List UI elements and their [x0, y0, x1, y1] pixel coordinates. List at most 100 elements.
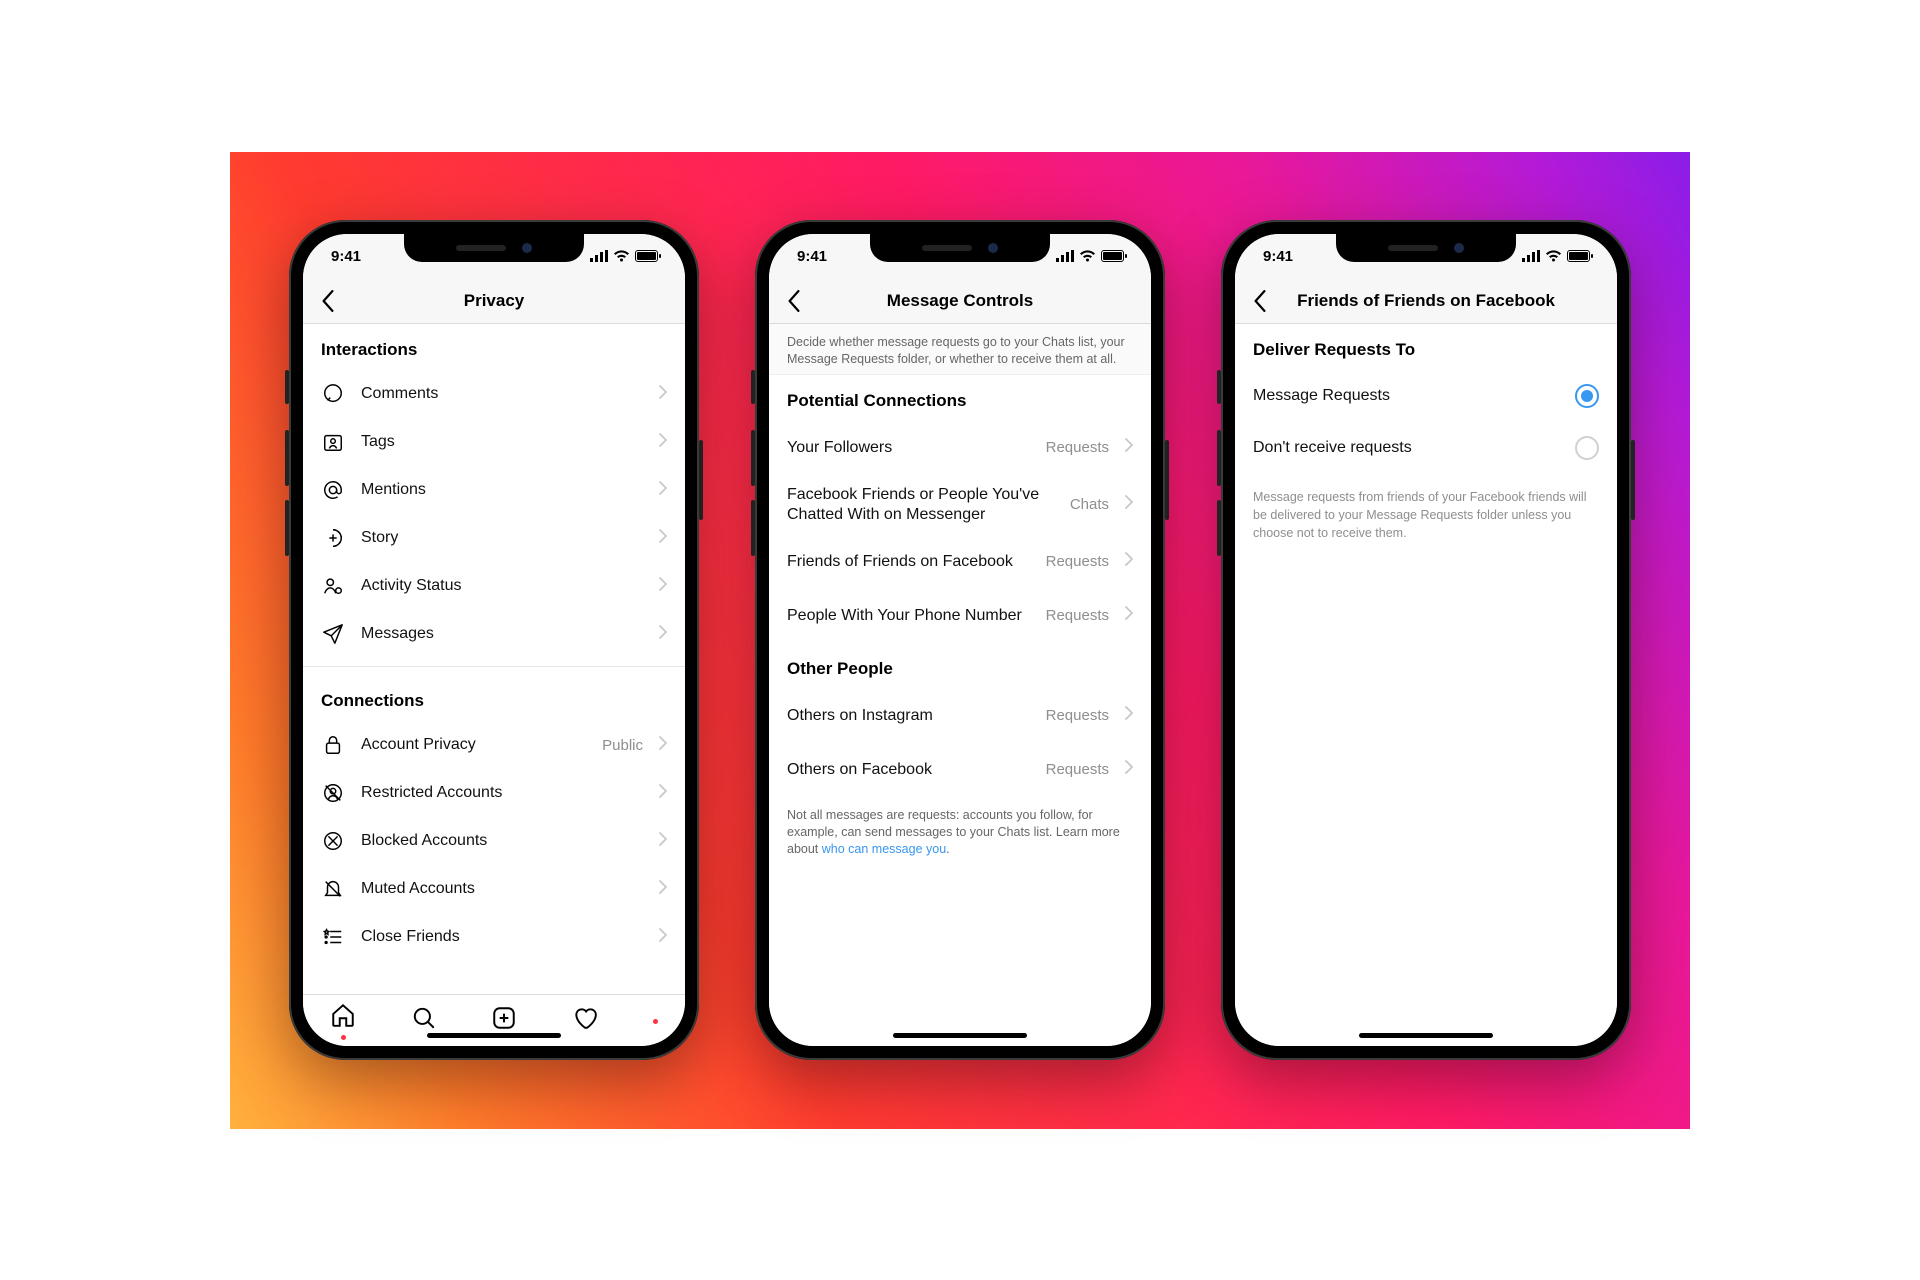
section-interactions: Interactions — [303, 324, 685, 370]
chevron-right-icon — [1125, 606, 1133, 625]
chevron-right-icon — [659, 529, 667, 548]
radio-unselected-icon — [1575, 436, 1599, 460]
row-close-friends[interactable]: Close Friends — [303, 913, 685, 961]
page-title: Privacy — [303, 291, 685, 311]
battery-icon — [1101, 250, 1127, 262]
status-time: 9:41 — [331, 248, 361, 265]
row-activity-status[interactable]: Activity Status — [303, 562, 685, 610]
intro-text: Decide whether message requests go to yo… — [769, 324, 1151, 375]
chevron-right-icon — [659, 928, 667, 947]
row-label: Restricted Accounts — [361, 784, 643, 802]
back-button[interactable] — [1245, 278, 1275, 323]
row-mentions[interactable]: Mentions — [303, 466, 685, 514]
back-button[interactable] — [779, 278, 809, 323]
nav-header: Friends of Friends on Facebook — [1235, 278, 1617, 324]
chevron-right-icon — [1125, 552, 1133, 571]
muted-icon — [321, 878, 345, 900]
row-label: Close Friends — [361, 928, 643, 946]
row-muted[interactable]: Muted Accounts — [303, 865, 685, 913]
row-account-privacy[interactable]: Account Privacy Public — [303, 721, 685, 769]
lock-icon — [321, 734, 345, 756]
chevron-left-icon — [787, 290, 801, 312]
activity-icon — [321, 575, 345, 597]
page-title: Message Controls — [769, 291, 1151, 311]
option-dont-receive[interactable]: Don't receive requests — [1235, 422, 1617, 474]
nav-header: Privacy — [303, 278, 685, 324]
home-icon — [330, 1002, 356, 1028]
story-icon — [321, 527, 345, 549]
status-time: 9:41 — [1263, 248, 1293, 265]
row-label: Mentions — [361, 481, 643, 499]
chevron-right-icon — [1125, 495, 1133, 514]
heart-icon — [572, 1005, 598, 1031]
row-value: Public — [602, 737, 643, 754]
tab-home[interactable] — [330, 1002, 356, 1040]
row-label: Blocked Accounts — [361, 832, 643, 850]
row-tags[interactable]: Tags — [303, 418, 685, 466]
footer-link[interactable]: who can message you — [822, 842, 946, 856]
content: Interactions Comments Tags Mentions — [303, 324, 685, 994]
option-label: Don't receive requests — [1253, 439, 1559, 457]
row-label: Activity Status — [361, 577, 643, 595]
section-connections: Connections — [303, 675, 685, 721]
cellular-icon — [1522, 250, 1540, 262]
row-label: Tags — [361, 433, 643, 451]
plus-square-icon — [491, 1005, 517, 1031]
wifi-icon — [1545, 250, 1562, 262]
chevron-left-icon — [1253, 290, 1267, 312]
status-indicators — [590, 250, 661, 262]
row-facebook-friends[interactable]: Facebook Friends or People You've Chatte… — [769, 475, 1151, 535]
chevron-right-icon — [659, 385, 667, 404]
row-value: Chats — [1070, 496, 1109, 513]
chevron-right-icon — [659, 625, 667, 644]
tab-search[interactable] — [411, 1005, 437, 1036]
list-star-icon — [321, 926, 345, 948]
home-indicator[interactable] — [427, 1033, 561, 1038]
footer-note: Not all messages are requests: accounts … — [769, 797, 1151, 864]
wifi-icon — [1079, 250, 1096, 262]
row-label: Account Privacy — [361, 736, 586, 754]
status-indicators — [1056, 250, 1127, 262]
row-value: Requests — [1046, 707, 1109, 724]
row-blocked[interactable]: Blocked Accounts — [303, 817, 685, 865]
cellular-icon — [1056, 250, 1074, 262]
phone-fof-settings: 9:41 Friends of Friends on Facebook Deli… — [1221, 220, 1631, 1060]
row-value: Requests — [1046, 553, 1109, 570]
battery-icon — [1567, 250, 1593, 262]
row-others-instagram[interactable]: Others on Instagram Requests — [769, 689, 1151, 743]
row-phone-number[interactable]: People With Your Phone Number Requests — [769, 589, 1151, 643]
row-story[interactable]: Story — [303, 514, 685, 562]
row-value: Requests — [1046, 761, 1109, 778]
section-potential: Potential Connections — [769, 375, 1151, 421]
row-label: Facebook Friends or People You've Chatte… — [787, 485, 1054, 525]
row-others-facebook[interactable]: Others on Facebook Requests — [769, 743, 1151, 797]
row-restricted[interactable]: Restricted Accounts — [303, 769, 685, 817]
chevron-right-icon — [659, 880, 667, 899]
row-label: Your Followers — [787, 439, 1030, 457]
row-label: Story — [361, 529, 643, 547]
blocked-icon — [321, 830, 345, 852]
row-your-followers[interactable]: Your Followers Requests — [769, 421, 1151, 475]
chevron-right-icon — [659, 481, 667, 500]
chevron-right-icon — [659, 784, 667, 803]
page-title: Friends of Friends on Facebook — [1235, 291, 1617, 311]
option-message-requests[interactable]: Message Requests — [1235, 370, 1617, 422]
chevron-right-icon — [659, 577, 667, 596]
comment-icon — [321, 383, 345, 405]
row-value: Requests — [1046, 439, 1109, 456]
row-label: Friends of Friends on Facebook — [787, 553, 1030, 571]
stage: 9:41 Privacy Interactions Comments — [230, 152, 1690, 1129]
home-indicator[interactable] — [893, 1033, 1027, 1038]
row-friends-of-friends[interactable]: Friends of Friends on Facebook Requests — [769, 535, 1151, 589]
row-label: People With Your Phone Number — [787, 607, 1030, 625]
tab-profile[interactable] — [653, 1017, 658, 1024]
tab-create[interactable] — [491, 1005, 517, 1036]
status-time: 9:41 — [797, 248, 827, 265]
battery-icon — [635, 250, 661, 262]
home-indicator[interactable] — [1359, 1033, 1493, 1038]
row-comments[interactable]: Comments — [303, 370, 685, 418]
nav-header: Message Controls — [769, 278, 1151, 324]
back-button[interactable] — [313, 278, 343, 323]
tab-activity[interactable] — [572, 1005, 598, 1036]
row-messages[interactable]: Messages — [303, 610, 685, 658]
